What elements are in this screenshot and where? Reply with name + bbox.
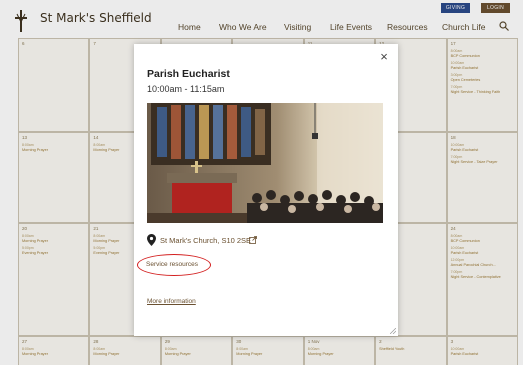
- map-pin-icon: [147, 234, 156, 246]
- event-title: Parish Eucharist: [147, 68, 230, 80]
- event-photo: [147, 103, 383, 223]
- location-link[interactable]: St Mark's Church, S10 2SE: [160, 236, 251, 245]
- external-link-icon[interactable]: [249, 236, 257, 244]
- service-resources-link[interactable]: Service resources: [146, 261, 198, 268]
- event-modal: × Parish Eucharist 10:00am - 11:15am St …: [134, 44, 398, 336]
- resize-grip-icon[interactable]: [390, 328, 396, 334]
- event-time: 10:00am - 11:15am: [147, 84, 225, 94]
- more-information-link[interactable]: More information: [147, 298, 196, 305]
- close-icon[interactable]: ×: [377, 50, 391, 64]
